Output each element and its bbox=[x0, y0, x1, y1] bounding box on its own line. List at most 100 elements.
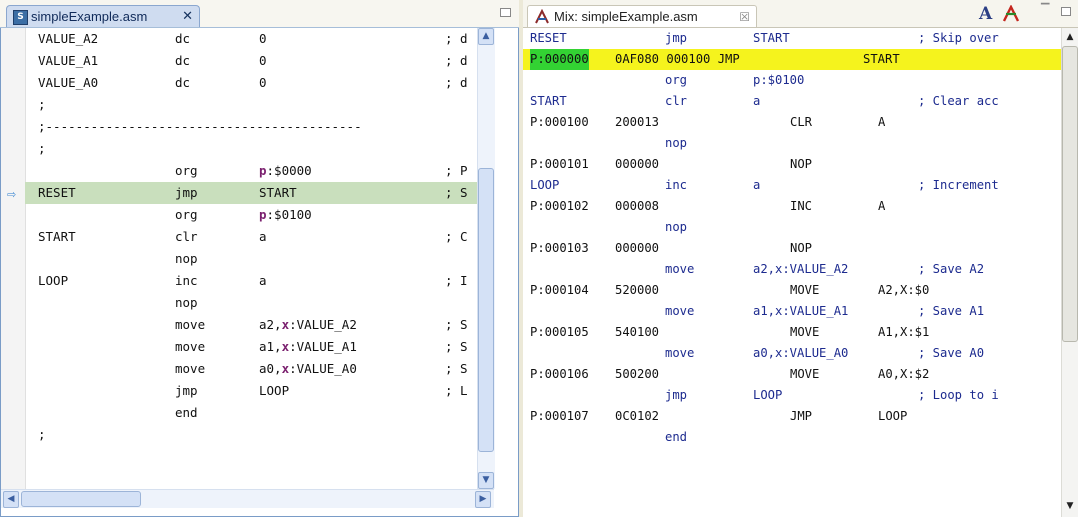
mix-disassembly-line[interactable]: P:000000 0AF080 000100 JMP START bbox=[523, 49, 1061, 70]
editor-pane: S simpleExample.asm ✕ ⇨ VALUE_A2 dc 0; d VA… bbox=[0, 0, 519, 517]
mix-source-line[interactable]: nop bbox=[523, 133, 1061, 154]
editor-tab[interactable]: S simpleExample.asm ✕ bbox=[6, 5, 200, 27]
mix-token: move bbox=[665, 304, 695, 318]
code-token: nop bbox=[175, 251, 198, 266]
code-token: ; S bbox=[445, 361, 468, 376]
scroll-right-button[interactable]: ▶ bbox=[475, 491, 491, 508]
mix-token: ; Save A1 bbox=[918, 304, 985, 318]
mix-source-line[interactable]: RESET jmp START ; Skip over bbox=[523, 28, 1061, 49]
code-operand: p:$0000 bbox=[259, 160, 312, 182]
filter-icon[interactable] bbox=[1001, 5, 1021, 23]
code-line[interactable]: end bbox=[25, 402, 477, 424]
code-token: a bbox=[259, 273, 267, 288]
mix-disassembly-line[interactable]: P:000106 500200 MOVE A0,X:$2 bbox=[523, 364, 1061, 385]
mix-disassembly-line[interactable]: P:000102 000008 INC A bbox=[523, 196, 1061, 217]
operand-part: :$0100 bbox=[266, 207, 312, 222]
code-token: LOOP bbox=[259, 383, 290, 398]
close-icon[interactable]: ✕ bbox=[182, 6, 193, 28]
code-line[interactable]: org p:$0100 bbox=[25, 204, 477, 226]
horizontal-scroll-thumb[interactable] bbox=[21, 491, 141, 507]
scroll-thumb[interactable] bbox=[1062, 46, 1078, 342]
mix-source-line[interactable]: move a2,x:VALUE_A2 ; Save A2 bbox=[523, 259, 1061, 280]
mix-token: P:000107 bbox=[530, 409, 589, 423]
code-token: 0 bbox=[259, 31, 267, 46]
scroll-down-button[interactable]: ▼ bbox=[478, 472, 494, 489]
code-token: RESET bbox=[38, 185, 76, 200]
mix-token: INC bbox=[790, 199, 813, 213]
mix-source-line[interactable]: nop bbox=[523, 217, 1061, 238]
code-line[interactable]: move a0,x:VALUE_A0 ; S bbox=[25, 358, 477, 380]
scroll-thumb[interactable] bbox=[478, 168, 494, 452]
mix-token: NOP bbox=[790, 241, 813, 255]
mix-disassembly-line[interactable]: P:000100 200013 CLR A bbox=[523, 112, 1061, 133]
code-line[interactable]: ; bbox=[25, 424, 477, 446]
minimize-icon[interactable]: ▔ bbox=[1041, 3, 1049, 16]
close-icon[interactable]: ☒ bbox=[739, 6, 750, 28]
code-token: ; d bbox=[445, 31, 468, 46]
maximize-icon[interactable] bbox=[500, 8, 511, 17]
scroll-down-button[interactable]: ▼ bbox=[1062, 498, 1078, 515]
code-line[interactable]: ;---------------------------------------… bbox=[25, 116, 477, 138]
code-line[interactable]: move a1,x:VALUE_A1 ; S bbox=[25, 336, 477, 358]
code-token: LOOP bbox=[38, 273, 69, 288]
code-line[interactable]: nop bbox=[25, 292, 477, 314]
code-line[interactable]: org p:$0000 ; P bbox=[25, 160, 477, 182]
mix-source-line[interactable]: LOOP inc a ; Increment bbox=[523, 175, 1061, 196]
mix-source-line[interactable]: end bbox=[523, 427, 1061, 448]
code-line[interactable]: move a2,x:VALUE_A2 ; S bbox=[25, 314, 477, 336]
code-line[interactable]: ; bbox=[25, 138, 477, 160]
scroll-up-button[interactable]: ▲ bbox=[478, 28, 494, 45]
vertical-scrollbar[interactable]: ▲ ▼ bbox=[1061, 28, 1078, 517]
code-line[interactable]: START clr a ; C bbox=[25, 226, 477, 248]
code-line[interactable]: VALUE_A2 dc 0 ; d bbox=[25, 28, 477, 50]
mix-tab-bar: Mix: simpleExample.asm ☒ A ▔ bbox=[523, 0, 1078, 28]
mix-disassembly-line[interactable]: P:000104 520000 MOVE A2,X:$0 bbox=[523, 280, 1061, 301]
operand-part: :VALUE_A0 bbox=[289, 361, 357, 376]
code-editor[interactable]: ⇨ VALUE_A2 dc 0; d VALUE_A1 dc 0; d VALUE_A0 dc… bbox=[0, 28, 519, 517]
mix-source-line[interactable]: move a1,x:VALUE_A1 ; Save A1 bbox=[523, 301, 1061, 322]
vertical-scrollbar[interactable]: ▲ ▼ bbox=[477, 28, 495, 489]
maximize-icon[interactable] bbox=[1061, 7, 1071, 16]
mix-disassembly-line[interactable]: P:000107 0C0102 JMP LOOP bbox=[523, 406, 1061, 427]
asm-file-icon: S bbox=[13, 10, 28, 25]
code-token: START bbox=[259, 185, 297, 200]
mix-token: a1,x:VALUE_A1 bbox=[753, 304, 849, 318]
code-line[interactable]: VALUE_A0 dc 0 ; d bbox=[25, 72, 477, 94]
mix-token: a2,x:VALUE_A2 bbox=[753, 262, 849, 276]
mix-source-line[interactable]: org p:$0100 bbox=[523, 70, 1061, 91]
mix-listing[interactable]: RESET jmp START ; Skip over P:000000 0AF080 0… bbox=[523, 28, 1078, 517]
code-line[interactable]: LOOP inc a ; I bbox=[25, 270, 477, 292]
scroll-up-button[interactable]: ▲ bbox=[1062, 29, 1078, 46]
mix-source-line[interactable]: move a0,x:VALUE_A0 ; Save A0 bbox=[523, 343, 1061, 364]
mix-disassembly-line[interactable]: P:000103 000000 NOP bbox=[523, 238, 1061, 259]
mix-token: inc bbox=[665, 178, 688, 192]
code-token: ; P bbox=[445, 163, 468, 178]
mix-disassembly-line[interactable]: P:000105 540100 MOVE A1,X:$1 bbox=[523, 322, 1061, 343]
mix-view-pane: Mix: simpleExample.asm ☒ A ▔ RESET jmp STA… bbox=[523, 0, 1078, 517]
code-line[interactable]: jmp LOOP ; L bbox=[25, 380, 477, 402]
code-line[interactable]: VALUE_A1 dc 0 ; d bbox=[25, 50, 477, 72]
code-token: org bbox=[175, 163, 198, 178]
mix-token: 000000 bbox=[615, 241, 660, 255]
code-area[interactable]: VALUE_A2 dc 0; d VALUE_A1 dc 0; d VALUE_A0 dc 0;… bbox=[25, 28, 477, 489]
mix-token: 200013 bbox=[615, 115, 660, 129]
mix-view-tab[interactable]: Mix: simpleExample.asm ☒ bbox=[527, 5, 757, 27]
mix-token: JMP bbox=[790, 409, 813, 423]
code-operand: a1,x:VALUE_A1 bbox=[259, 336, 357, 358]
current-line[interactable]: RESET jmp START ; S bbox=[25, 182, 477, 204]
mix-token: jmp bbox=[665, 31, 688, 45]
font-icon[interactable]: A bbox=[979, 4, 992, 24]
horizontal-scrollbar[interactable]: ◀ ▶ bbox=[1, 489, 494, 508]
operand-part: :VALUE_A1 bbox=[289, 339, 357, 354]
code-token: dc bbox=[175, 75, 191, 90]
code-line[interactable]: nop bbox=[25, 248, 477, 270]
mix-token: ; Increment bbox=[918, 178, 999, 192]
code-token: ;---------------------------------------… bbox=[38, 119, 362, 134]
mix-token: MOVE bbox=[790, 283, 820, 297]
mix-disassembly-line[interactable]: P:000101 000000 NOP bbox=[523, 154, 1061, 175]
mix-source-line[interactable]: START clr a ; Clear acc bbox=[523, 91, 1061, 112]
scroll-left-button[interactable]: ◀ bbox=[3, 491, 19, 508]
mix-token: 540100 bbox=[615, 325, 660, 339]
code-line[interactable]: ; bbox=[25, 94, 477, 116]
mix-source-line[interactable]: jmp LOOP ; Loop to i bbox=[523, 385, 1061, 406]
